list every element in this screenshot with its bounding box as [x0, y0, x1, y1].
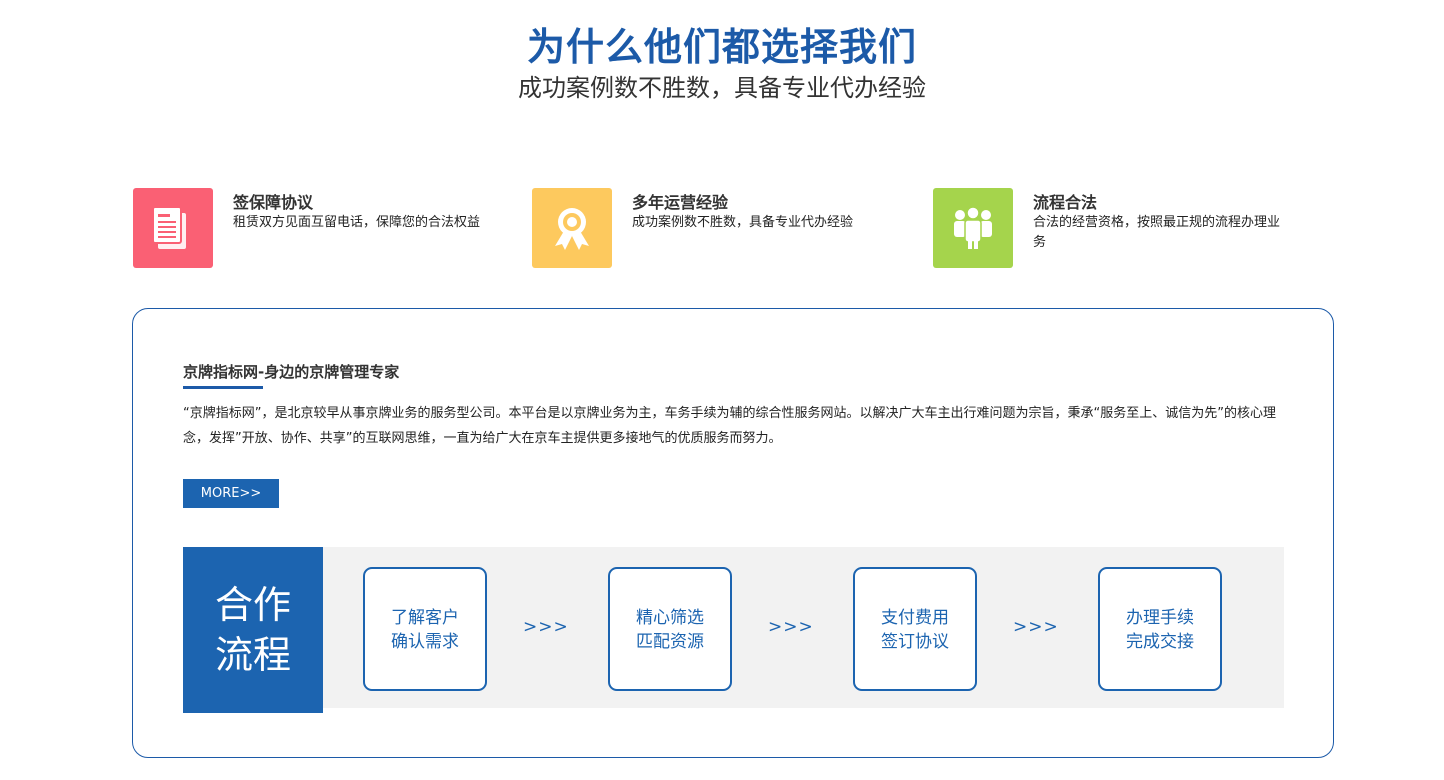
title-underline [183, 386, 263, 389]
process-label-line1: 合作 [214, 583, 291, 627]
cooperation-process: 合作 流程 了解客户 确认需求 >>> 精心筛选 匹配资源 >>> 支付费用 签… [183, 547, 1284, 713]
feature-agreement: 签保障协议 租赁双方见面互留电话，保障您的合法权益 [133, 188, 493, 268]
feature-desc: 合法的经营资格，按照最正规的流程办理业务 [1033, 215, 1281, 250]
feature-desc: 租赁双方见面互留电话，保障您的合法权益 [233, 215, 481, 230]
step-arrow: >>> [1013, 617, 1059, 637]
team-icon [933, 188, 1013, 268]
section-subtitle: 成功案例数不胜数，具备专业代办经验 [518, 74, 926, 102]
about-title: 京牌指标网-身边的京牌管理专家 [183, 363, 400, 381]
feature-legal-process: 流程合法 合法的经营资格，按照最正规的流程办理业务 [933, 188, 1293, 268]
step-line1: 办理手续 [1126, 608, 1194, 628]
feature-desc: 成功案例数不胜数，具备专业代办经验 [632, 215, 854, 230]
feature-title: 多年运营经验 [632, 193, 729, 212]
process-step-2: 精心筛选 匹配资源 [608, 567, 732, 691]
process-label: 合作 流程 [183, 547, 323, 713]
award-ribbon-icon [532, 188, 612, 268]
feature-title: 流程合法 [1033, 193, 1098, 212]
process-step-3: 支付费用 签订协议 [853, 567, 977, 691]
document-icon [133, 188, 213, 268]
section-title: 为什么他们都选择我们 [526, 25, 917, 69]
step-line1: 精心筛选 [636, 608, 704, 628]
step-line2: 签订协议 [881, 632, 949, 652]
process-label-line2: 流程 [214, 633, 291, 677]
step-line2: 完成交接 [1126, 632, 1194, 652]
step-arrow: >>> [523, 617, 569, 637]
feature-title: 签保障协议 [233, 193, 314, 212]
step-line1: 了解客户 [391, 608, 459, 628]
about-panel: 京牌指标网-身边的京牌管理专家 “京牌指标网”，是北京较早从事京牌业务的服务型公… [132, 308, 1334, 758]
step-line1: 支付费用 [881, 608, 949, 628]
step-line2: 匹配资源 [636, 632, 704, 652]
process-step-1: 了解客户 确认需求 [363, 567, 487, 691]
section-header: 为什么他们都选择我们 成功案例数不胜数，具备专业代办经验 [0, 24, 1444, 104]
about-description: “京牌指标网”，是北京较早从事京牌业务的服务型公司。本平台是以京牌业务为主，车务… [183, 406, 1276, 446]
feature-experience: 多年运营经验 成功案例数不胜数，具备专业代办经验 [532, 188, 892, 268]
process-step-4: 办理手续 完成交接 [1098, 567, 1222, 691]
step-line2: 确认需求 [391, 632, 459, 652]
step-arrow: >>> [768, 617, 814, 637]
more-button[interactable]: MORE>> [183, 479, 279, 508]
